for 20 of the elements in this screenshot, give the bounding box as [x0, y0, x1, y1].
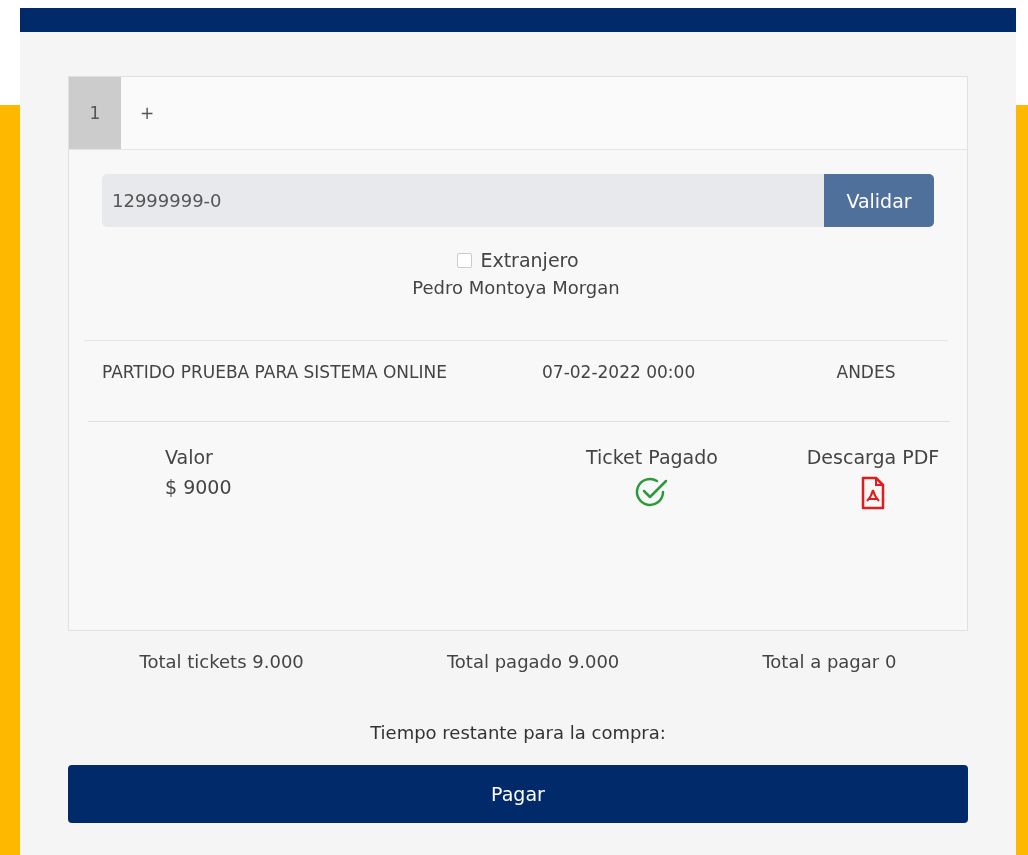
total-text: Total pagado 9.000 — [446, 651, 620, 672]
value-label: Valor — [165, 445, 213, 470]
event-date: 07-02-2022 00:00 — [541, 361, 697, 384]
pdf-file-icon[interactable] — [861, 476, 885, 510]
validate-button[interactable]: Validar — [824, 174, 934, 227]
tab[interactable]: + — [121, 77, 173, 149]
id-field[interactable]: 12999999-0 — [102, 174, 824, 227]
total-text: Total tickets 9.000 — [139, 651, 304, 672]
tab[interactable]: 1 — [69, 77, 121, 149]
status-label: Ticket Pagado — [586, 445, 718, 470]
download-label: Descarga PDF — [806, 445, 940, 470]
holder-name: Pedro Montoya Morgan — [84, 277, 948, 341]
pay-button[interactable]: Pagar — [68, 765, 968, 823]
checkbox-label: Extranjero — [480, 249, 579, 271]
event-name: PARTIDO PRUEBA PARA SISTEMA ONLINE — [102, 361, 448, 384]
timer-label: Tiempo restante para la compra: — [369, 722, 667, 743]
event-venue: ANDES — [835, 361, 897, 384]
total-text: Total a pagar 0 — [762, 651, 897, 672]
checkbox[interactable] — [457, 252, 473, 268]
value-amount: $ 9000 — [165, 475, 232, 500]
